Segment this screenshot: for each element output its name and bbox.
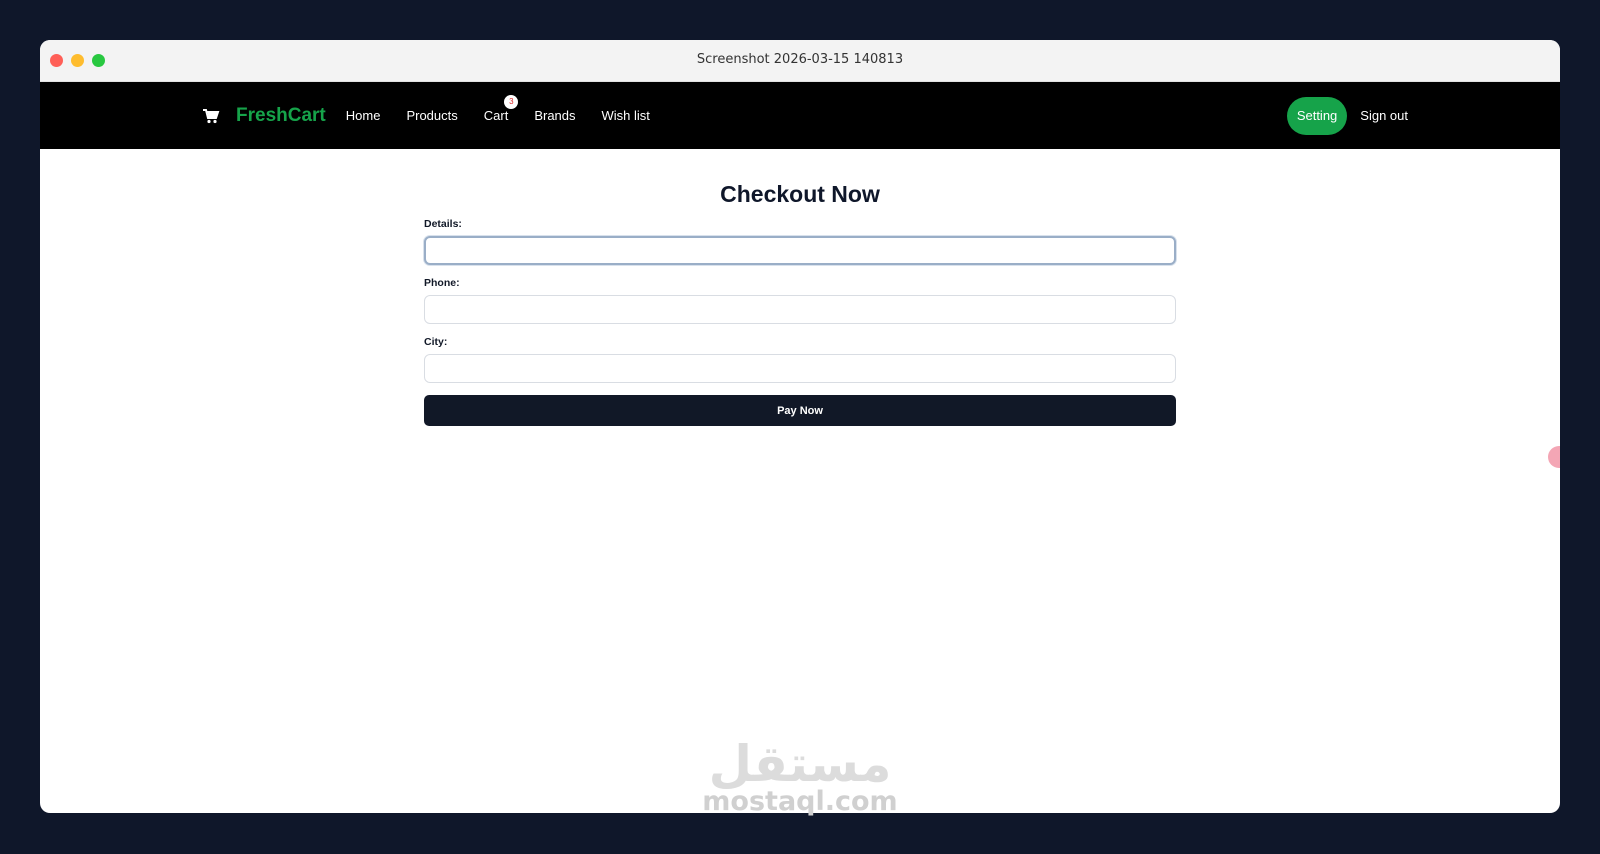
city-label: City: [424,336,448,348]
page-title: Checkout Now [720,181,880,207]
phone-label: Phone: [424,277,460,289]
nav-link-home[interactable]: Home [346,108,381,123]
nav-link-brands[interactable]: Brands [534,108,575,123]
details-input[interactable] [424,236,1176,265]
navbar: FreshCart Home Products Cart 3 Brands Wi… [40,82,1560,149]
city-input[interactable] [424,354,1176,383]
window-titlebar: Screenshot 2026-03-15 140813 [40,40,1560,82]
browser-window: Screenshot 2026-03-15 140813 FreshCart H… [40,40,1560,813]
watermark-arabic-text: مستقل [708,735,892,793]
watermark-latin-text: mostaql.com [702,786,898,817]
translate-icon[interactable] [1548,446,1560,468]
phone-input[interactable] [424,295,1176,324]
details-label: Details: [424,218,462,230]
nav-left: FreshCart Home Products Cart 3 Brands Wi… [202,82,676,149]
nav-right: Setting Sign out [1286,82,1408,149]
nav-link-products[interactable]: Products [406,108,457,123]
window-title: Screenshot 2026-03-15 140813 [696,52,904,67]
sign-out-link[interactable]: Sign out [1360,108,1408,123]
nav-link-cart-label: Cart [483,108,509,123]
setting-button[interactable]: Setting [1286,96,1348,135]
checkout-form: Checkout Now Details: Phone: City: Pay N… [424,149,1176,426]
shopping-cart-icon[interactable] [202,108,220,124]
cart-count-badge: 3 [504,95,519,109]
pay-now-button[interactable]: Pay Now [424,395,1176,426]
brand-logo[interactable]: FreshCart [236,105,326,127]
nav-link-wishlist[interactable]: Wish list [602,108,650,123]
watermark: مستقل mostaql.com [0,735,1600,817]
nav-link-cart[interactable]: Cart 3 [483,95,519,123]
